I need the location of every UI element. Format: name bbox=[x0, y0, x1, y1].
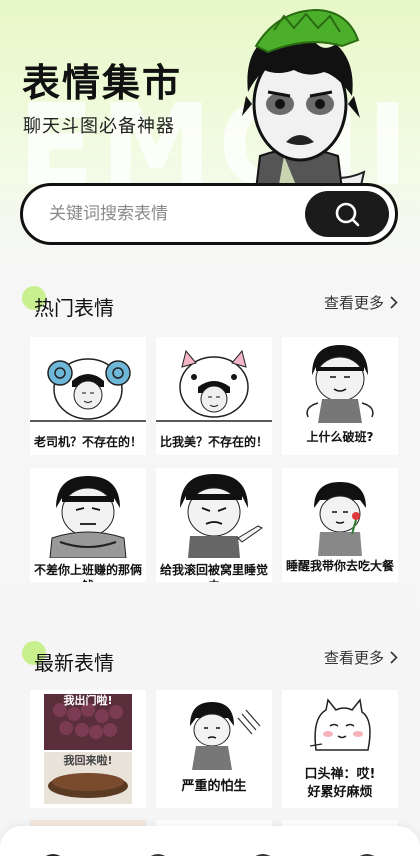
hot-sticker-card[interactable]: 上什么破班? bbox=[282, 337, 398, 455]
tired-cat-meme-icon bbox=[309, 698, 371, 751]
hot-sticker-card[interactable]: 老司机？不存在的！ bbox=[30, 337, 146, 455]
pig-hood-meme-icon bbox=[156, 349, 272, 422]
sticker-caption: 睡醒我带你去吃大餐 bbox=[285, 559, 394, 573]
profile-tab-icon[interactable] bbox=[352, 848, 382, 856]
sheep-horn-meme-icon bbox=[30, 358, 146, 422]
hot-sticker-card[interactable]: 不差你上班赚的那俩钱 bbox=[30, 468, 146, 582]
chevron-right-icon bbox=[390, 651, 398, 664]
flower-meme-icon bbox=[314, 482, 366, 556]
hero-banner: EMOJI 表情集市 聊天斗图必备神器 bbox=[0, 0, 420, 190]
search-bar bbox=[20, 183, 398, 245]
hot-section-header: 热门表情 查看更多 bbox=[0, 286, 420, 320]
latest-sticker-card[interactable]: 我出门啦! 我回来啦! bbox=[30, 690, 146, 808]
hot-section-title: 热门表情 bbox=[34, 296, 114, 320]
app-subtitle: 聊天斗图必备神器 bbox=[23, 116, 175, 137]
hot-sticker-card[interactable]: 给我滚回被窝里睡觉去 bbox=[156, 468, 272, 582]
sticker-caption: 上什么破班? bbox=[306, 430, 374, 444]
favorites-tab-icon[interactable] bbox=[248, 848, 278, 856]
view-more-label: 查看更多 bbox=[323, 649, 384, 667]
sticker-caption: 口头禅：哎! 好累好麻烦 bbox=[304, 767, 376, 800]
bowl-cut-shrug-meme-icon bbox=[306, 345, 374, 423]
sticker-caption: 老司机？不存在的！ bbox=[33, 435, 142, 449]
sticker-caption: 比我美？不存在的！ bbox=[159, 435, 268, 449]
hot-view-more-link[interactable]: 查看更多 bbox=[324, 292, 398, 313]
sticker-caption: 不差你上班赚的那俩钱 bbox=[33, 563, 142, 582]
crossed-arms-meme-icon bbox=[49, 476, 127, 558]
latest-section-header: 最新表情 查看更多 bbox=[0, 641, 420, 675]
hot-sticker-card[interactable]: 睡醒我带你去吃大餐 bbox=[282, 468, 398, 582]
search-input[interactable] bbox=[49, 186, 299, 242]
sticker-caption: 严重的怕生 bbox=[181, 779, 247, 794]
app-title: 表情集市 bbox=[22, 61, 183, 105]
home-tab-icon[interactable] bbox=[38, 848, 68, 856]
view-more-label: 查看更多 bbox=[323, 294, 384, 312]
pointing-meme-icon bbox=[180, 474, 263, 558]
latest-section-title: 最新表情 bbox=[34, 651, 114, 675]
mascot-illustration bbox=[242, 8, 366, 190]
sticker-caption-top: 我出门啦! bbox=[63, 694, 113, 707]
sticker-caption-bottom: 我回来啦! bbox=[63, 754, 113, 767]
search-button[interactable] bbox=[305, 191, 389, 237]
category-tab-icon[interactable] bbox=[143, 848, 173, 856]
search-icon bbox=[335, 202, 360, 227]
latest-view-more-link[interactable]: 查看更多 bbox=[324, 647, 398, 668]
shy-crouch-meme-icon bbox=[190, 702, 261, 770]
hot-sticker-card[interactable]: 比我美？不存在的！ bbox=[156, 337, 272, 455]
chevron-right-icon bbox=[390, 296, 398, 309]
bottom-tab-bar bbox=[0, 826, 420, 856]
latest-sticker-card[interactable]: 严重的怕生 bbox=[156, 690, 272, 808]
sticker-caption: 给我滚回被窝里睡觉去 bbox=[159, 563, 268, 582]
latest-sticker-card[interactable]: 口头禅：哎! 好累好麻烦 bbox=[282, 690, 398, 808]
